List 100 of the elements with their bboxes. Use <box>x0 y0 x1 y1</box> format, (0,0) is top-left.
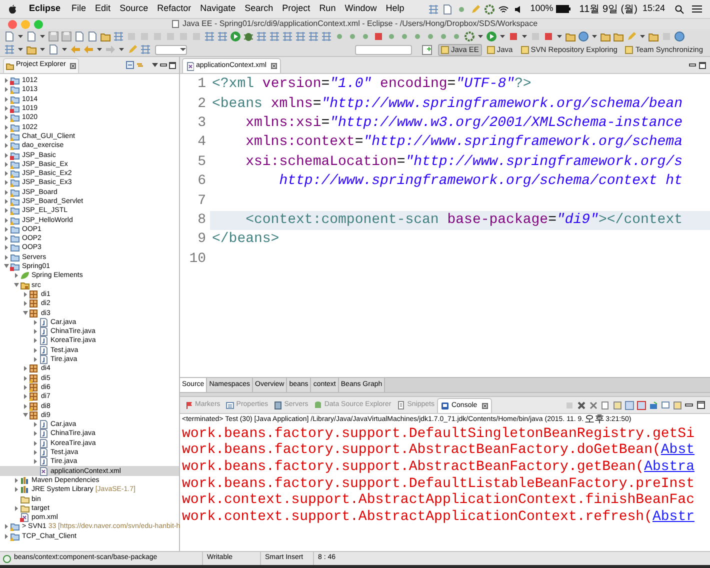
console-line: work.beans.factory.support.AbstractBeanFactory.getBean(Abstra <box>182 458 694 476</box>
close-icon[interactable] <box>70 62 76 68</box>
view-menu-icon[interactable] <box>152 63 158 67</box>
line-number: 2 <box>196 94 207 114</box>
menu-date[interactable]: 11월 9일 (월) <box>579 2 638 16</box>
dropdown-field[interactable] <box>155 44 187 54</box>
console-line: work.context.support.AbstractApplicationContext.finishBeanFac <box>182 491 694 510</box>
page-icon[interactable] <box>442 4 454 14</box>
speaker-icon[interactable] <box>514 4 522 14</box>
leaf-icon <box>20 271 30 280</box>
menu-item[interactable]: Navigate <box>200 2 236 16</box>
minimize-icon[interactable] <box>689 62 696 68</box>
collapsed-arrow-icon[interactable] <box>14 506 20 511</box>
gear-icon[interactable] <box>464 30 475 42</box>
close-icon[interactable] <box>482 403 488 409</box>
remove-all-icon[interactable] <box>589 400 598 410</box>
code-line: http://www.springframework.org/schema/context ht <box>278 172 682 192</box>
code-line: xsi:schemaLocation="http://www.springframework.org/s <box>244 152 682 172</box>
menu-icon[interactable] <box>692 5 702 13</box>
expanded-arrow-icon[interactable] <box>4 264 10 270</box>
java-file-icon <box>38 346 48 355</box>
stop-icon[interactable] <box>543 30 554 42</box>
line-number: 8 <box>196 210 207 230</box>
menu-item[interactable]: Help <box>386 2 404 16</box>
java-file-icon <box>38 438 48 448</box>
line-number: 9 <box>196 230 207 250</box>
play-icon[interactable] <box>486 30 497 42</box>
menu-item[interactable]: Run <box>319 2 336 16</box>
expanded-arrow-icon[interactable] <box>23 412 29 418</box>
globe-icon[interactable] <box>578 30 589 42</box>
console-line: work.beans.factory.support.DefaultListableBeanFactory.preInst <box>182 474 694 492</box>
quick-access-field[interactable] <box>354 44 412 54</box>
java-file-icon <box>38 457 48 466</box>
menu-item[interactable]: Window <box>344 2 377 16</box>
stop-icon[interactable] <box>373 30 384 42</box>
menu-item[interactable]: Source <box>120 2 148 16</box>
console-icon <box>441 402 450 410</box>
java-file-icon <box>38 327 48 336</box>
database-icon <box>314 401 322 410</box>
menu-item[interactable]: Edit <box>95 2 111 16</box>
collapse-all-icon[interactable] <box>126 61 134 69</box>
maximize-icon[interactable] <box>697 400 706 410</box>
package-icon <box>29 299 39 308</box>
package-icon <box>29 308 39 318</box>
code-line: <?xml version="1.0" encoding="UTF-8"?> <box>212 75 532 94</box>
menu-item[interactable]: Search <box>244 2 274 16</box>
app-menu[interactable]: Eclipse <box>29 2 61 16</box>
bug-icon[interactable] <box>243 30 254 42</box>
xml-file-icon <box>186 62 194 70</box>
gear-icon[interactable] <box>484 4 496 14</box>
java-file-icon <box>38 448 48 458</box>
code-line: <beans xmlns="http://www.springframework.org/schema/bean <box>212 94 683 114</box>
java-file-icon <box>38 318 48 327</box>
display-console-icon[interactable] <box>661 400 670 410</box>
open-perspective-icon[interactable] <box>422 44 432 54</box>
close-button[interactable] <box>8 20 17 29</box>
remove-launch-icon[interactable] <box>577 400 586 410</box>
minimize-icon[interactable] <box>685 400 694 410</box>
expanded-arrow-icon[interactable] <box>14 282 20 288</box>
play-icon[interactable] <box>230 30 241 42</box>
menu-item[interactable]: Project <box>282 2 310 16</box>
java-file-icon <box>38 429 48 438</box>
menu-clock[interactable]: 15:24 <box>642 2 665 16</box>
xml-file-icon <box>38 466 48 476</box>
close-icon[interactable] <box>271 63 278 69</box>
stop-icon[interactable] <box>508 30 519 42</box>
new-console-icon[interactable] <box>673 400 682 410</box>
menu-item[interactable]: Refactor <box>157 2 192 16</box>
minimize-icon[interactable] <box>160 62 167 68</box>
globe-icon[interactable] <box>674 30 685 42</box>
search-icon[interactable] <box>675 4 684 14</box>
line-number: 10 <box>188 250 207 269</box>
expanded-arrow-icon[interactable] <box>23 310 29 316</box>
line-number: 6 <box>196 172 207 192</box>
maximize-icon[interactable] <box>699 62 706 68</box>
circle-icon <box>3 554 11 562</box>
code-line: <context:component-scan base-package="di9"></context <box>244 210 682 230</box>
java-file-icon <box>38 336 48 346</box>
battery-icon[interactable] <box>556 5 572 13</box>
wifi-icon[interactable] <box>498 4 510 14</box>
package-icon <box>29 290 39 299</box>
show-stderr-icon[interactable] <box>637 400 646 410</box>
show-stdout-icon[interactable] <box>625 400 634 410</box>
server-icon <box>274 401 282 410</box>
markers-icon <box>185 401 193 410</box>
clear-console-icon[interactable] <box>601 400 610 410</box>
apple-icon[interactable] <box>8 4 17 14</box>
code-line: </beans> <box>212 230 280 250</box>
line-number: 3 <box>196 114 207 133</box>
folder-icon <box>6 62 14 70</box>
snippets-icon <box>397 401 406 410</box>
console-line: work.beans.factory.support.AbstractBeanFactory.doGetBean(Abst <box>182 441 694 460</box>
console-line: work.context.support.AbstractApplicationContext.refresh(Abstr <box>182 508 694 527</box>
menu-item[interactable]: File <box>72 2 86 16</box>
source-folder-icon <box>20 280 30 290</box>
scroll-lock-icon[interactable] <box>613 400 622 410</box>
pin-console-icon[interactable] <box>649 400 658 410</box>
maximize-icon[interactable] <box>169 62 176 68</box>
code-line: xmlns:context="http://www.springframework.org/schema <box>244 133 682 152</box>
collapsed-arrow-icon[interactable] <box>14 273 20 278</box>
